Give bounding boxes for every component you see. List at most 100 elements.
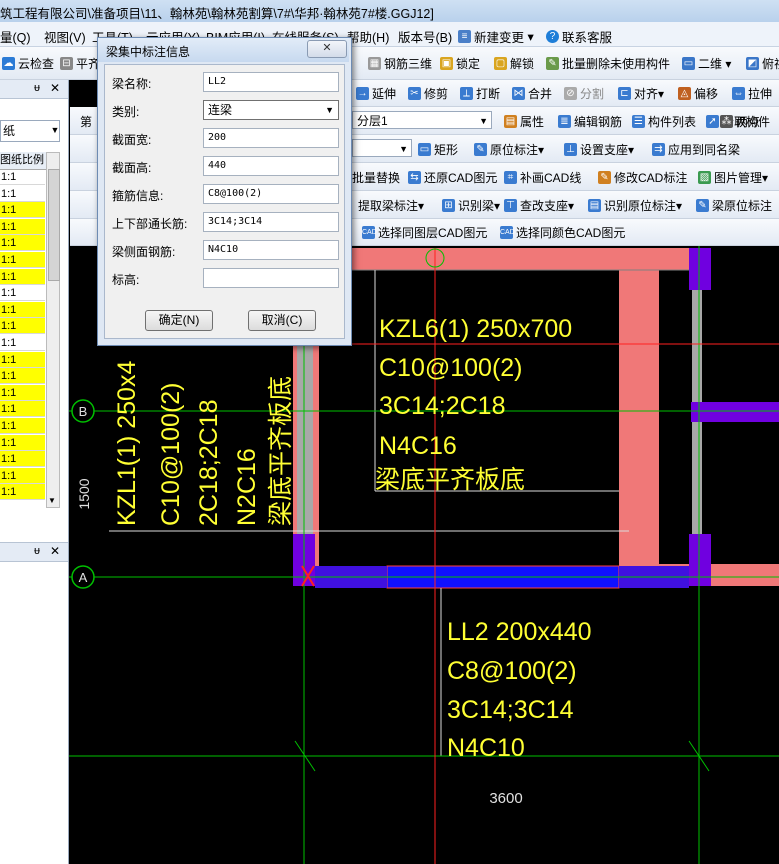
close-icon[interactable]: ✕: [50, 544, 60, 558]
list-item[interactable]: 1:1: [0, 434, 45, 451]
offset-button[interactable]: ◬ 偏移: [678, 85, 718, 102]
lock-button[interactable]: ▣ 锁定: [440, 55, 480, 72]
list-item[interactable]: 1:1: [0, 451, 45, 468]
section-width-input[interactable]: 200: [203, 128, 339, 148]
top-view-button[interactable]: ◩俯视: [746, 55, 779, 72]
list-item[interactable]: 1:1: [0, 401, 45, 418]
pick-icon: ➚: [706, 115, 719, 128]
section-height-input[interactable]: 440: [203, 156, 339, 176]
flush-button[interactable]: ⊟ 平齐: [60, 55, 100, 72]
ok-button[interactable]: 确定(N): [145, 310, 213, 331]
image-manager-dropdown[interactable]: ▨ 图片管理 ▾: [698, 169, 768, 186]
list-item[interactable]: 1:1: [0, 186, 45, 202]
merge-button[interactable]: ⋈ 合并: [512, 85, 552, 102]
scrollbar[interactable]: ▼: [46, 152, 60, 508]
list-item[interactable]: 1:1: [0, 169, 45, 185]
list-item[interactable]: 1:1: [0, 384, 45, 401]
column-header-scale: 图纸比例: [0, 152, 46, 170]
list-item[interactable]: 1:1: [0, 235, 45, 252]
layer-select[interactable]: 分层1 ▼: [352, 111, 492, 129]
annotation-text: KZL1(1) 250x4: [113, 361, 141, 526]
list-item[interactable]: 1:1: [0, 418, 45, 434]
check-support-dropdown[interactable]: ⊤ 查改支座 ▾: [504, 197, 574, 214]
list-item[interactable]: 1:1: [0, 268, 45, 285]
new-change-button[interactable]: ≡ 新建变更 ▾: [458, 27, 534, 46]
align-dropdown[interactable]: ⊏ 对齐 ▾: [618, 85, 664, 102]
annotation-text: C8@100(2): [447, 657, 577, 685]
side-rebar-input[interactable]: N4C10: [203, 240, 339, 260]
list-item[interactable]: 1:1: [0, 301, 45, 318]
edit-rebar-button[interactable]: ≣ 编辑钢筋: [558, 113, 622, 130]
chevron-down-icon[interactable]: ▼: [48, 120, 62, 140]
dialog-close-button[interactable]: ✕: [307, 40, 347, 58]
column-bottom-right[interactable]: [689, 534, 711, 586]
list-item[interactable]: 1:1: [0, 202, 45, 219]
pin-icon[interactable]: ᵾ: [34, 82, 40, 94]
cancel-button[interactable]: 取消(C): [248, 310, 316, 331]
batch-delete-unused-button[interactable]: ✎ 批量删除未使用构件: [546, 55, 670, 72]
elevation-input[interactable]: [203, 268, 339, 288]
apply-same-beam-button[interactable]: ⇉ 应用到同名梁: [652, 141, 740, 158]
split-button[interactable]: ⊘ 分割: [564, 85, 604, 102]
select-same-layer-button[interactable]: CAD 选择同图层CAD图元: [362, 224, 487, 241]
close-icon[interactable]: ✕: [50, 81, 60, 95]
edit-cad-annotation-button[interactable]: ✎ 修改CAD标注: [598, 169, 687, 186]
extract-beam-annotation-dropdown[interactable]: 提取梁标注 ▾: [358, 197, 424, 214]
scrollbar-thumb[interactable]: [48, 169, 60, 281]
menu-quantity[interactable]: 量(Q): [0, 27, 31, 46]
contact-support-button[interactable]: ? 联系客服: [546, 27, 612, 46]
menu-version[interactable]: 版本号(B): [398, 27, 452, 46]
list-item[interactable]: 1:1: [0, 467, 45, 484]
restore-cad-button[interactable]: ⇆ 还原CAD图元: [408, 169, 497, 186]
menu-view[interactable]: 视图(V): [44, 27, 86, 46]
category-select[interactable]: 连梁 ▼: [203, 100, 339, 120]
identify-beam-dropdown[interactable]: ⊞ 识别梁 ▾: [442, 197, 500, 214]
list-item[interactable]: 1:1: [0, 218, 45, 235]
stirrup-input[interactable]: C8@100(2): [203, 184, 339, 204]
column-top-right[interactable]: [689, 248, 711, 290]
view-2d-dropdown[interactable]: ▭ 二维 ▾: [682, 55, 731, 72]
select-same-color-button[interactable]: CAD 选择同颜色CAD图元: [500, 224, 625, 241]
list-item[interactable]: 1:1: [0, 368, 45, 385]
rectangle-button[interactable]: ▭ 矩形: [418, 141, 458, 158]
annotation-ll2[interactable]: LL2 200x440 C8@100(2) 3C14;3C14 N4C10: [447, 618, 592, 762]
dialog-title: 梁集中标注信息: [106, 45, 191, 59]
rebar-icon: ≣: [558, 115, 571, 128]
batch-replace-button[interactable]: 批量替换: [352, 169, 400, 186]
beam-right-vertical[interactable]: [619, 248, 659, 568]
break-button[interactable]: ⟂ 打断: [460, 85, 500, 102]
list-item[interactable]: 1:1: [0, 351, 45, 368]
stretch-icon: ⇔: [732, 87, 745, 100]
trim-button[interactable]: ✂ 修剪: [408, 85, 448, 102]
properties-button[interactable]: ▤ 属性: [504, 113, 544, 130]
field-label-continuous-rebar: 上下部通长筋:: [112, 217, 188, 231]
rebar-3d-button[interactable]: ▦ 钢筋三维: [368, 55, 432, 72]
menu-help[interactable]: 帮助(H): [347, 27, 389, 46]
identify-in-situ-annotation-dropdown[interactable]: ▤ 识别原位标注 ▾: [588, 197, 682, 214]
component-list-button[interactable]: ☰ 构件列表: [632, 113, 696, 130]
list-item[interactable]: 1:1: [0, 484, 45, 501]
redraw-cad-line-button[interactable]: ⌗ 补画CAD线: [504, 169, 581, 186]
unlock-button[interactable]: ▢ 解锁: [494, 55, 534, 72]
list-item[interactable]: 1:1: [0, 252, 45, 268]
extend-button[interactable]: → 延伸: [356, 85, 396, 102]
annotation-kzl6[interactable]: KZL6(1) 250x700 C10@100(2) 3C14;2C18 N4C…: [375, 315, 572, 494]
in-situ-annotation-dropdown[interactable]: ✎ 原位标注 ▾: [474, 141, 544, 158]
continuous-rebar-input[interactable]: 3C14;3C14: [203, 212, 339, 232]
pin-icon[interactable]: ᵾ: [34, 545, 40, 557]
beam-in-situ-annotation-button[interactable]: ✎ 梁原位标注: [696, 197, 772, 214]
list-item[interactable]: 1:1: [0, 318, 45, 335]
cloud-check-button[interactable]: ☁ 云检查: [2, 55, 54, 72]
dialog-title-bar[interactable]: 梁集中标注信息 ✕: [98, 38, 349, 62]
list-item[interactable]: 1:1: [0, 285, 45, 302]
list-item[interactable]: 1:1: [0, 335, 45, 351]
set-support-dropdown[interactable]: ⊥ 设置支座 ▾: [564, 141, 634, 158]
draw-mode-select[interactable]: ▼: [352, 139, 412, 157]
stretch-button[interactable]: ⇔ 拉伸: [732, 85, 772, 102]
field-label-beam-name: 梁名称:: [112, 77, 152, 91]
annotation-kzl1[interactable]: KZL1(1) 250x4 C10@100(2) 2C18;2C18 N2C16…: [113, 361, 295, 526]
column-right[interactable]: [691, 402, 779, 422]
beam-name-input[interactable]: LL2: [203, 72, 339, 92]
two-point-button[interactable]: ⁂ 两点: [720, 113, 760, 130]
chevron-down-icon[interactable]: ▼: [48, 496, 56, 505]
